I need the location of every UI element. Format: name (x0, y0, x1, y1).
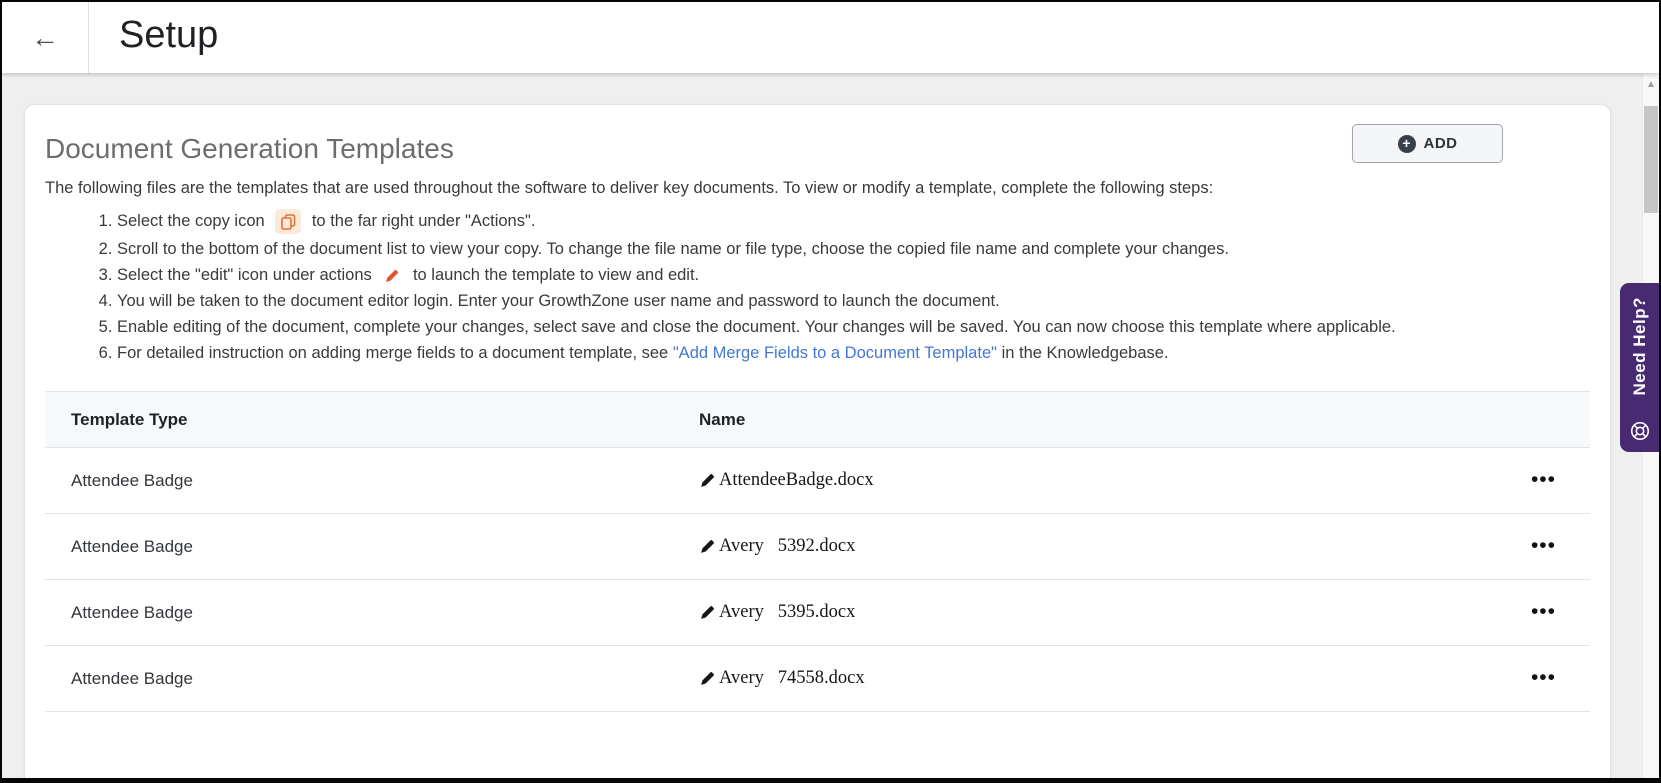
step-3-text-after: to launch the template to view and edit. (408, 266, 700, 284)
add-button-label: ADD (1423, 135, 1458, 152)
add-button[interactable]: + ADD (1352, 124, 1503, 163)
document-templates-panel: Document Generation Templates + ADD The … (24, 104, 1611, 778)
back-button[interactable]: ← (2, 2, 89, 73)
template-type-cell: Attendee Badge (71, 602, 193, 622)
content-area: Document Generation Templates + ADD The … (2, 73, 1659, 778)
step-3: Select the "edit" icon under actions to … (117, 264, 1590, 286)
table-row: Attendee Badge Avery 74558.docx ••• (45, 646, 1590, 712)
copy-icon (275, 209, 302, 234)
plus-icon: + (1397, 134, 1416, 153)
row-actions-button[interactable]: ••• (1531, 469, 1556, 490)
knowledgebase-link[interactable]: "Add Merge Fields to a Document Template… (673, 344, 997, 362)
intro-text: The following files are the templates th… (45, 179, 1214, 197)
template-type-cell: Attendee Badge (71, 668, 193, 688)
template-type-cell: Attendee Badge (71, 536, 193, 556)
table-row: Attendee Badge AttendeeBadge.docx ••• (45, 448, 1590, 514)
template-name-cell[interactable]: Avery 5395.docx (699, 602, 1470, 623)
template-type-cell: Attendee Badge (71, 470, 193, 490)
document-file-name: AttendeeBadge.docx (719, 470, 874, 490)
row-actions-button[interactable]: ••• (1531, 535, 1556, 556)
back-arrow-icon: ← (31, 21, 59, 53)
row-actions-button[interactable]: ••• (1531, 601, 1556, 622)
need-help-label: Need Help? (1629, 297, 1649, 396)
column-header-template-type: Template Type (71, 409, 188, 429)
table-row: Attendee Badge Avery 5395.docx ••• (45, 580, 1590, 646)
step-6-text-before: For detailed instruction on adding merge… (117, 344, 673, 362)
app-window: ← Setup Document Generation Templates + … (0, 0, 1661, 783)
step-1-text-before: Select the copy icon (117, 211, 270, 230)
template-name-cell[interactable]: Avery 5392.docx (699, 536, 1470, 557)
top-header: ← Setup (2, 2, 1659, 73)
edit-pencil-icon (386, 269, 399, 282)
row-actions-button[interactable]: ••• (1531, 667, 1556, 688)
page-title: Setup (119, 14, 219, 56)
document-file-name: Avery 5392.docx (719, 536, 856, 556)
scroll-up-arrow-icon[interactable]: ▲ (1643, 79, 1659, 90)
step-1: Select the copy icon to the far right un… (117, 209, 1590, 234)
step-2: Scroll to the bottom of the document lis… (117, 238, 1590, 260)
life-ring-icon (1630, 421, 1649, 441)
templates-table: Template Type Name Attendee Badge Attend… (45, 391, 1590, 712)
step-6: For detailed instruction on adding merge… (117, 342, 1590, 364)
step-5: Enable editing of the document, complete… (117, 316, 1590, 338)
step-4: You will be taken to the document editor… (117, 290, 1590, 312)
template-name-cell[interactable]: AttendeeBadge.docx (699, 470, 1470, 491)
document-file-name: Avery 74558.docx (719, 668, 865, 688)
instructions-list: Select the copy icon to the far right un… (45, 209, 1590, 364)
step-3-text-before: Select the "edit" icon under actions (117, 266, 377, 284)
step-1-text-after: to the far right under "Actions". (307, 211, 536, 230)
need-help-tab[interactable]: Need Help? (1620, 283, 1659, 452)
document-file-name: Avery 5395.docx (719, 602, 856, 622)
edit-pencil-icon (701, 540, 714, 553)
edit-pencil-icon (701, 672, 714, 685)
column-header-name: Name (699, 409, 746, 429)
table-header-row: Template Type Name (45, 392, 1590, 448)
edit-pencil-icon (701, 606, 714, 619)
template-name-cell[interactable]: Avery 74558.docx (699, 668, 1470, 689)
edit-pencil-icon (701, 474, 714, 487)
table-row: Attendee Badge Avery 5392.docx ••• (45, 514, 1590, 580)
scrollbar-thumb[interactable] (1644, 106, 1658, 213)
step-6-text-after: in the Knowledgebase. (996, 344, 1169, 362)
